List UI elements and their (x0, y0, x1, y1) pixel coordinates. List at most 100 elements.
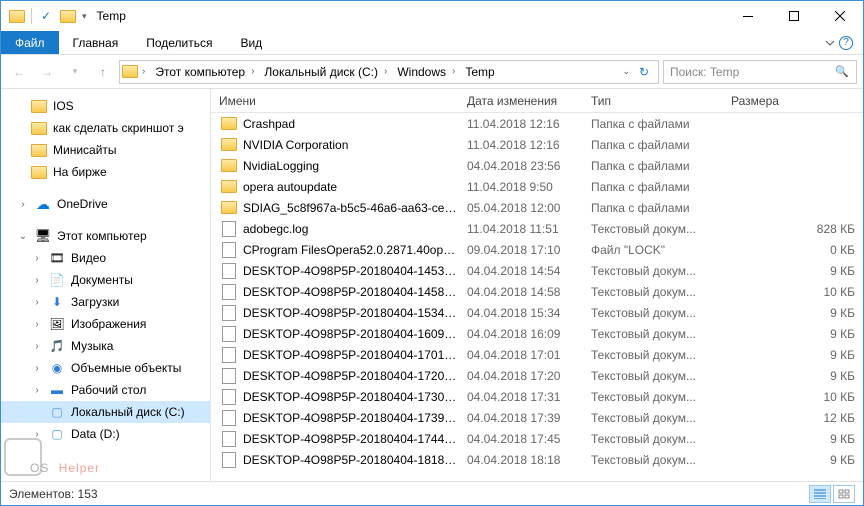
file-size: 10 КБ (723, 285, 863, 299)
nav-this-pc[interactable]: ⌄Этот компьютер (1, 225, 210, 247)
file-row[interactable]: DESKTOP-4O98P5P-20180404-1818.log 04.04.… (211, 449, 863, 470)
nav-onedrive[interactable]: ›OneDrive (1, 193, 210, 215)
expand-icon[interactable]: › (17, 199, 29, 210)
qat-newfolder-icon[interactable] (60, 8, 76, 24)
nav-pc-item[interactable]: ›Объемные объекты (1, 357, 210, 379)
col-type[interactable]: Тип (583, 89, 723, 112)
search-box[interactable] (663, 60, 857, 84)
file-type: Текстовый докум... (583, 285, 723, 299)
view-icons-button[interactable] (833, 485, 855, 503)
expand-icon[interactable]: › (31, 341, 43, 352)
address-box[interactable]: › Этот компьютер› Локальный диск (C:)› W… (119, 60, 659, 84)
file-name: Crashpad (243, 117, 295, 131)
nav-item-icon (49, 272, 65, 288)
breadcrumb-seg[interactable]: Temp (459, 65, 496, 79)
file-row[interactable]: opera autoupdate 11.04.2018 9:50 Папка с… (211, 176, 863, 197)
nav-pc-item[interactable]: › Изображения (1, 313, 210, 335)
file-row[interactable]: DESKTOP-4O98P5P-20180404-1609.log 04.04.… (211, 323, 863, 344)
nav-pc-item[interactable]: Локальный диск (C:) (1, 401, 210, 423)
nav-pc-item[interactable]: ›Загрузки (1, 291, 210, 313)
expand-icon[interactable]: › (31, 429, 43, 440)
close-button[interactable] (817, 1, 863, 31)
expand-icon[interactable]: › (31, 385, 43, 396)
collapse-icon[interactable]: ⌄ (17, 231, 29, 242)
expand-icon[interactable]: › (31, 363, 43, 374)
app-icon (9, 8, 25, 24)
chevron-icon[interactable]: › (247, 66, 258, 77)
chevron-icon[interactable]: › (138, 66, 149, 77)
nav-pc-item[interactable]: ›Видео (1, 247, 210, 269)
breadcrumb-seg[interactable]: Этот компьютер (149, 65, 247, 79)
file-row[interactable]: DESKTOP-4O98P5P-20180404-1534.log 04.04.… (211, 302, 863, 323)
tab-view[interactable]: Вид (226, 31, 276, 54)
expand-icon[interactable]: › (31, 253, 43, 264)
file-row[interactable]: Crashpad 11.04.2018 12:16 Папка с файлам… (211, 113, 863, 134)
nav-quick-item[interactable]: IOS (1, 95, 210, 117)
file-row[interactable]: DESKTOP-4O98P5P-20180404-1458.log 04.04.… (211, 281, 863, 302)
file-row[interactable]: NvidiaLogging 04.04.2018 23:56 Папка с ф… (211, 155, 863, 176)
navigation-pane[interactable]: IOSкак сделать скриншот эМинисайтыНа бир… (1, 89, 211, 481)
file-row[interactable]: adobegc.log 11.04.2018 11:51 Текстовый д… (211, 218, 863, 239)
file-row[interactable]: DESKTOP-4O98P5P-20180404-1453.log 04.04.… (211, 260, 863, 281)
file-date: 11.04.2018 12:16 (459, 117, 583, 131)
recent-dropdown[interactable]: ▾ (63, 60, 87, 84)
expand-icon[interactable]: › (31, 297, 43, 308)
file-row[interactable]: DESKTOP-4O98P5P-20180404-1739.log 04.04.… (211, 407, 863, 428)
breadcrumb-seg[interactable]: Windows (391, 65, 448, 79)
file-icon (221, 389, 237, 405)
back-button[interactable]: ← (7, 60, 31, 84)
col-size[interactable]: Размера (723, 89, 863, 112)
nav-quick-item[interactable]: Минисайты (1, 139, 210, 161)
file-name: NVIDIA Corporation (243, 138, 348, 152)
folder-icon (221, 158, 237, 174)
chevron-icon[interactable]: › (380, 66, 391, 77)
nav-pc-item[interactable]: ›Data (D:) (1, 423, 210, 445)
file-row[interactable]: CProgram FilesOpera52.0.2871.40opera_a..… (211, 239, 863, 260)
file-date: 04.04.2018 17:01 (459, 348, 583, 362)
file-size: 0 КБ (723, 243, 863, 257)
refresh-icon[interactable] (636, 64, 652, 80)
col-date[interactable]: Дата изменения (459, 89, 583, 112)
expand-icon[interactable]: › (31, 319, 43, 330)
maximize-button[interactable] (771, 1, 817, 31)
file-row[interactable]: NVIDIA Corporation 11.04.2018 12:16 Папк… (211, 134, 863, 155)
nav-quick-item[interactable]: На бирже (1, 161, 210, 183)
qat-dropdown-icon[interactable]: ▾ (82, 11, 87, 22)
tab-share[interactable]: Поделиться (132, 31, 226, 54)
nav-label: Локальный диск (C:) (71, 405, 185, 419)
nav-pc-item[interactable]: ›Документы (1, 269, 210, 291)
file-row[interactable]: SDIAG_5c8f967a-b5c5-46a6-aa63-ce260af...… (211, 197, 863, 218)
search-icon[interactable] (834, 64, 850, 80)
ribbon-collapse-icon[interactable]: ? (814, 31, 863, 54)
minimize-button[interactable] (725, 1, 771, 31)
file-date: 04.04.2018 16:09 (459, 327, 583, 341)
file-row[interactable]: DESKTOP-4O98P5P-20180404-1744.log 04.04.… (211, 428, 863, 449)
qat-properties-icon[interactable] (38, 8, 54, 24)
file-date: 11.04.2018 9:50 (459, 180, 583, 194)
file-row[interactable]: DESKTOP-4O98P5P-20180404-1730.log 04.04.… (211, 386, 863, 407)
nav-pc-item[interactable]: ›Музыка (1, 335, 210, 357)
file-size: 9 КБ (723, 432, 863, 446)
file-name: NvidiaLogging (243, 159, 319, 173)
expand-icon[interactable]: › (31, 275, 43, 286)
tab-file[interactable]: Файл (1, 31, 59, 54)
nav-item-icon (49, 338, 65, 354)
chevron-icon[interactable]: › (448, 66, 459, 77)
file-date: 09.04.2018 17:10 (459, 243, 583, 257)
onedrive-icon (35, 196, 51, 212)
col-name[interactable]: Имени (211, 89, 459, 112)
nav-quick-item[interactable]: как сделать скриншот э (1, 117, 210, 139)
file-row[interactable]: DESKTOP-4O98P5P-20180404-1720.log 04.04.… (211, 365, 863, 386)
forward-button[interactable]: → (35, 60, 59, 84)
address-dropdown-icon[interactable]: ⌄ (622, 66, 630, 77)
tab-home[interactable]: Главная (59, 31, 133, 54)
column-headers: Имени Дата изменения Тип Размера (211, 89, 863, 113)
search-input[interactable] (670, 65, 834, 79)
nav-label: Изображения (71, 317, 146, 331)
breadcrumb-seg[interactable]: Локальный диск (C:) (258, 65, 380, 79)
up-button[interactable]: ↑ (91, 60, 115, 84)
nav-pc-item[interactable]: ›Рабочий стол (1, 379, 210, 401)
file-name: CProgram FilesOpera52.0.2871.40opera_a..… (243, 243, 459, 257)
view-details-button[interactable] (809, 485, 831, 503)
file-row[interactable]: DESKTOP-4O98P5P-20180404-1701.log 04.04.… (211, 344, 863, 365)
